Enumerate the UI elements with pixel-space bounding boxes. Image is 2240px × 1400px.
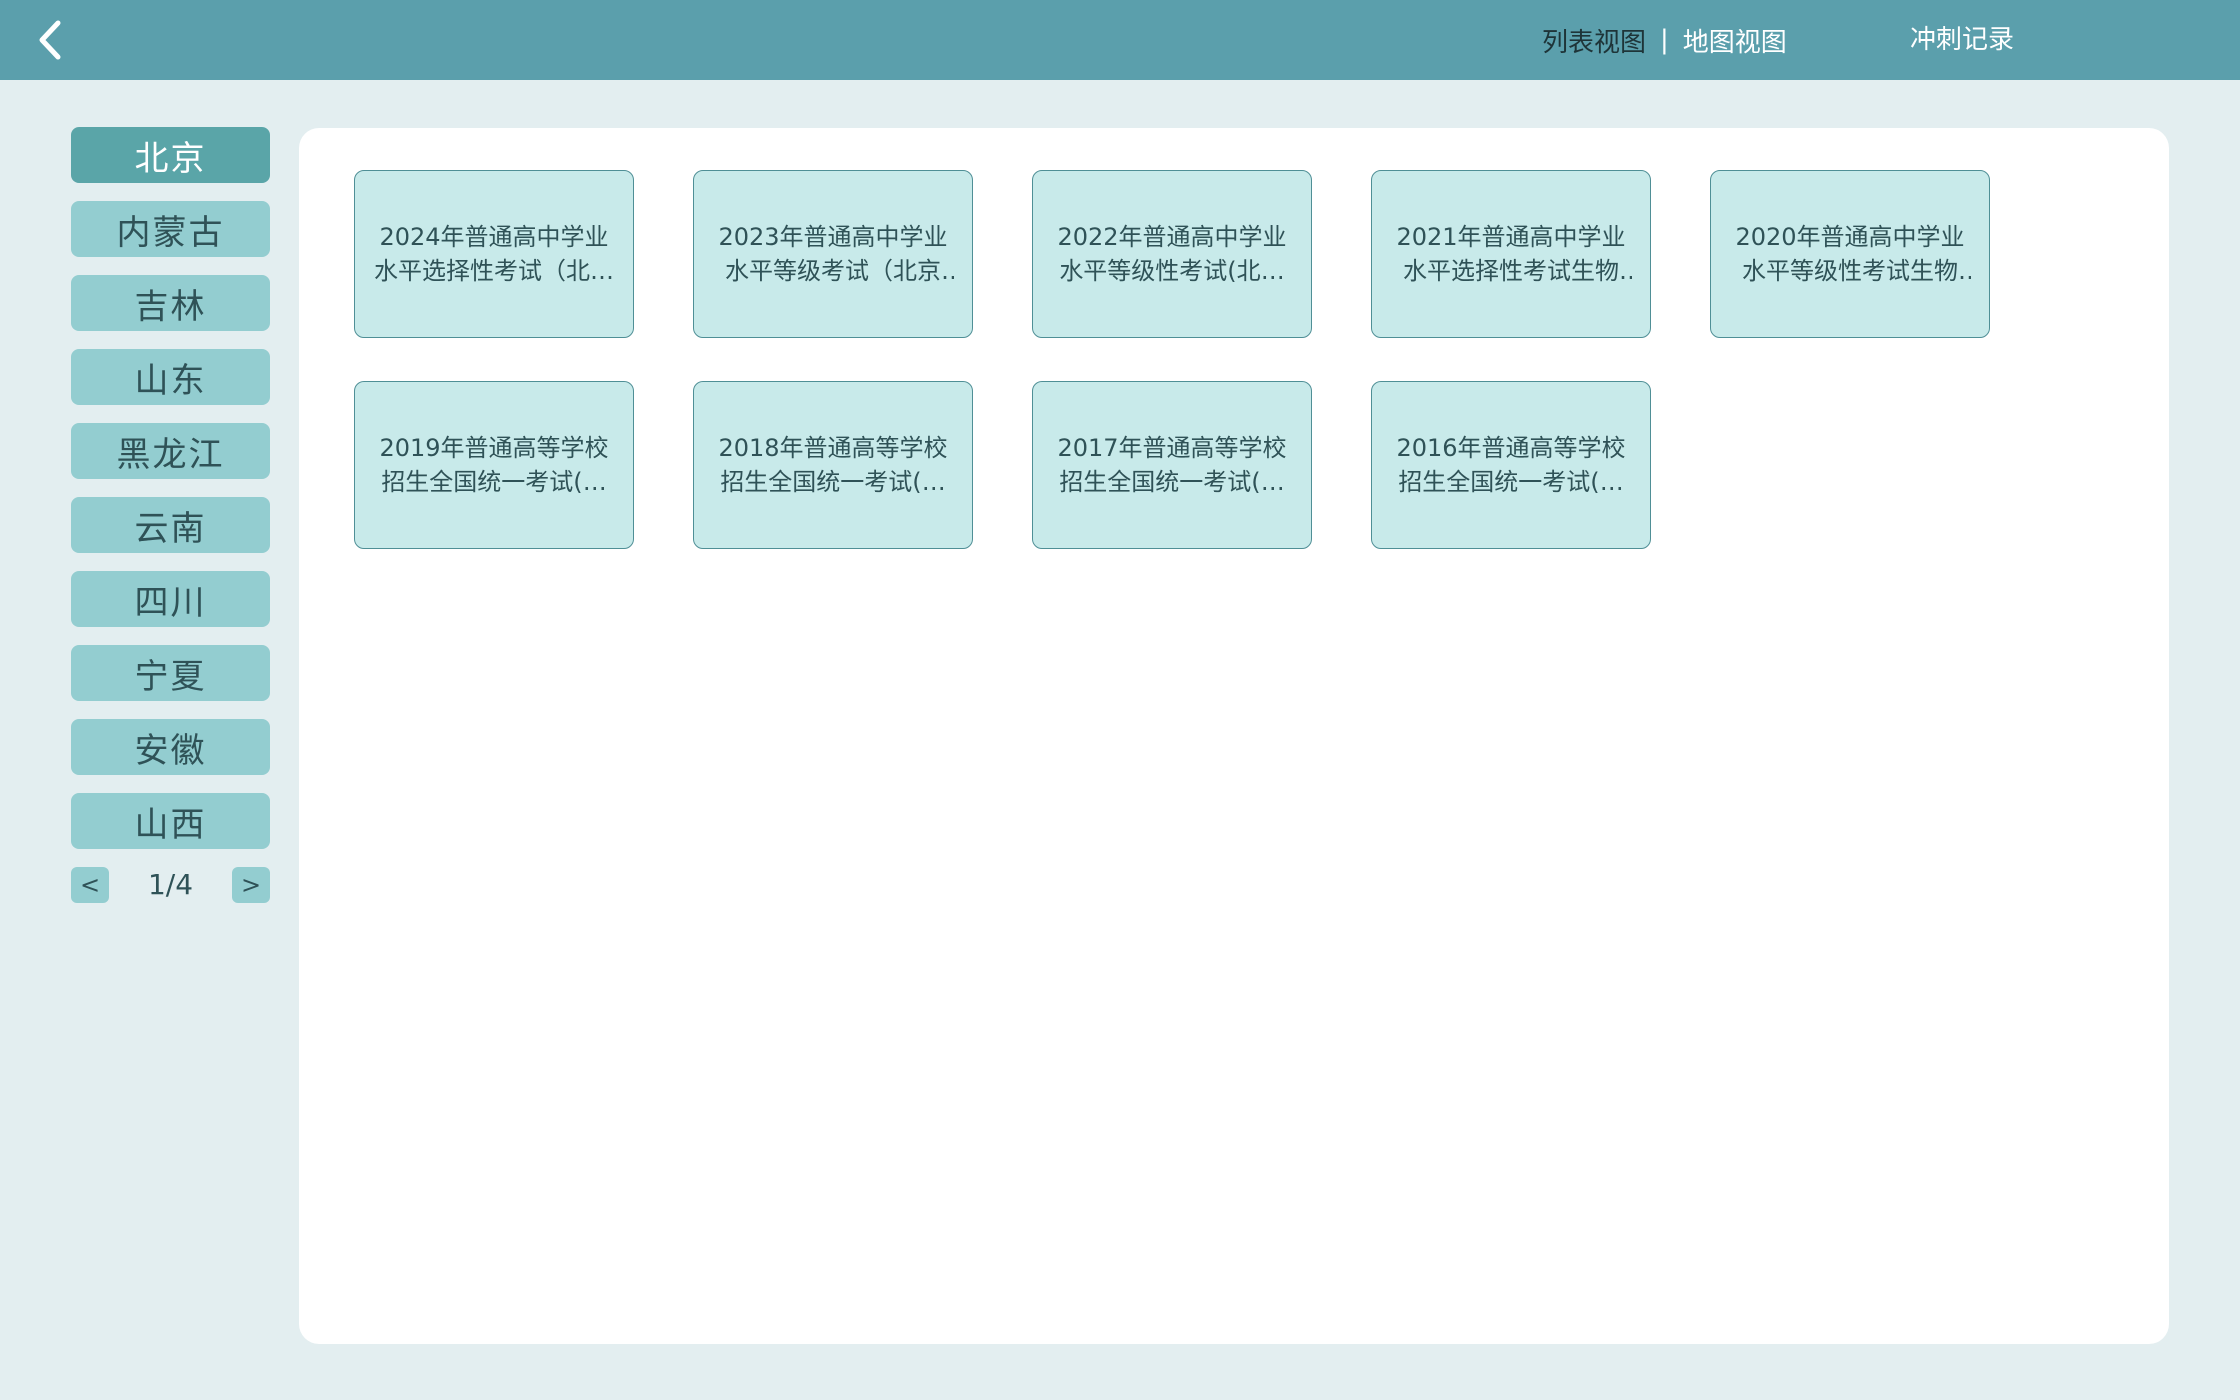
exam-card[interactable]: 2018年普通高等学校招生全国统一考试(北京卷) <box>693 381 973 549</box>
region-button-heilongjiang[interactable]: 黑龙江 <box>71 423 270 479</box>
region-button-neimenggu[interactable]: 内蒙古 <box>71 201 270 257</box>
map-view-tab[interactable]: 地图视图 <box>1683 22 1787 59</box>
region-button-yunnan[interactable]: 云南 <box>71 497 270 553</box>
region-pager: < 1/4 > <box>71 867 270 905</box>
region-button-shanxi[interactable]: 山西 <box>71 793 270 849</box>
exam-card-title: 2017年普通高等学校招生全国统一考试(北京卷) <box>1057 434 1287 496</box>
exam-card-title: 2024年普通高中学业水平选择性考试（北京卷） <box>374 223 614 285</box>
exam-card-title: 2016年普通高等学校招生全国统一考试(北京卷) <box>1396 434 1626 496</box>
pager-next-button[interactable]: > <box>232 867 270 903</box>
exam-card-title: 2018年普通高等学校招生全国统一考试(北京卷) <box>718 434 948 496</box>
region-button-anhui[interactable]: 安徽 <box>71 719 270 775</box>
top-bar: 列表视图 | 地图视图 冲刺记录 <box>0 0 2240 80</box>
region-button-beijing[interactable]: 北京 <box>71 127 270 183</box>
region-button-ningxia[interactable]: 宁夏 <box>71 645 270 701</box>
view-separator: | <box>1660 25 1669 55</box>
region-sidebar: 北京 内蒙古 吉林 山东 黑龙江 云南 四川 宁夏 安徽 山西 < 1/4 > <box>71 127 270 905</box>
exam-card[interactable]: 2020年普通高中学业水平等级性考试生物（北京卷） <box>1710 170 1990 338</box>
exam-card[interactable]: 2023年普通高中学业水平等级考试（北京卷） <box>693 170 973 338</box>
list-view-tab[interactable]: 列表视图 <box>1542 22 1646 59</box>
region-button-sichuan[interactable]: 四川 <box>71 571 270 627</box>
exam-card-title: 2019年普通高等学校招生全国统一考试(北京卷) <box>379 434 609 496</box>
sprint-record-link[interactable]: 冲刺记录 <box>1910 0 2014 80</box>
exam-card-title: 2020年普通高中学业水平等级性考试生物（北京卷） <box>1735 223 1965 285</box>
exam-card[interactable]: 2024年普通高中学业水平选择性考试（北京卷） <box>354 170 634 338</box>
exam-card-title: 2022年普通高中学业水平等级性考试(北京卷) <box>1057 223 1287 285</box>
exam-list-panel: 2024年普通高中学业水平选择性考试（北京卷） 2023年普通高中学业水平等级考… <box>299 128 2169 1344</box>
back-chevron-icon[interactable] <box>30 17 76 63</box>
exam-card[interactable]: 2021年普通高中学业水平选择性考试生物（北京卷） <box>1371 170 1651 338</box>
region-button-jilin[interactable]: 吉林 <box>71 275 270 331</box>
exam-card-grid: 2024年普通高中学业水平选择性考试（北京卷） 2023年普通高中学业水平等级考… <box>354 170 1992 549</box>
view-toggle: 列表视图 | 地图视图 <box>1542 0 1787 80</box>
exam-card[interactable]: 2019年普通高等学校招生全国统一考试(北京卷) <box>354 381 634 549</box>
region-button-shandong[interactable]: 山东 <box>71 349 270 405</box>
exam-card[interactable]: 2016年普通高等学校招生全国统一考试(北京卷) <box>1371 381 1651 549</box>
exam-card[interactable]: 2017年普通高等学校招生全国统一考试(北京卷) <box>1032 381 1312 549</box>
exam-card-title: 2021年普通高中学业水平选择性考试生物（北京卷） <box>1396 223 1626 285</box>
exam-card-title: 2023年普通高中学业水平等级考试（北京卷） <box>718 223 948 285</box>
exam-card[interactable]: 2022年普通高中学业水平等级性考试(北京卷) <box>1032 170 1312 338</box>
